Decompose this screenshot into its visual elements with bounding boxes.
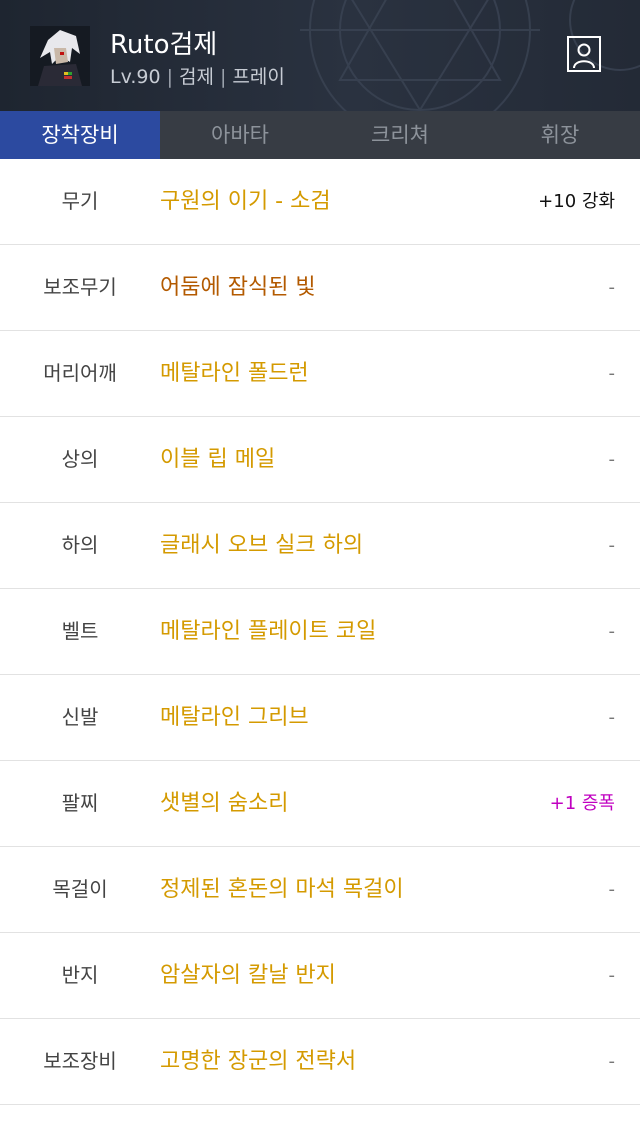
item-name: 구원의 이기 - 소검 [160, 189, 331, 214]
item-name: 메탈라인 그리브 [160, 705, 309, 730]
character-job-detail: 프레이 [232, 66, 285, 88]
equipment-row[interactable]: 보조장비 고명한 장군의 전략서 - [0, 1019, 640, 1105]
tab-emblem[interactable]: 휘장 [480, 111, 640, 159]
upgrade-level: - [608, 707, 616, 728]
profile-button[interactable] [567, 36, 601, 72]
item-name: 샛별의 숨소리 [160, 791, 289, 816]
equipment-list: 무기 구원의 이기 - 소검 +10 강화 보조무기 어둠에 잠식된 빛 - 머… [0, 159, 640, 1105]
item-name: 암살자의 칼날 반지 [160, 963, 336, 988]
upgrade-level: - [608, 277, 616, 298]
equipment-row[interactable]: 반지 암살자의 칼날 반지 - [0, 933, 640, 1019]
slot-name: 무기 [61, 189, 99, 213]
tab-avatar[interactable]: 아바타 [160, 111, 320, 159]
character-avatar [30, 26, 90, 86]
equipment-row[interactable]: 머리어깨 메탈라인 폴드런 - [0, 331, 640, 417]
equipment-row[interactable]: 상의 이블 립 메일 - [0, 417, 640, 503]
item-name: 글래시 오브 실크 하의 [160, 533, 364, 558]
upgrade-level: - [608, 363, 616, 384]
character-job: 검제 [178, 66, 214, 88]
info-separator: | [166, 66, 173, 88]
slot-name: 신발 [61, 705, 99, 729]
slot-name: 하의 [61, 533, 99, 557]
upgrade-level: - [608, 621, 616, 642]
item-name: 메탈라인 플레이트 코일 [160, 619, 377, 644]
tab-creature[interactable]: 크리쳐 [320, 111, 480, 159]
amplify-level: +1 증폭 [549, 793, 615, 814]
upgrade-level: - [608, 535, 616, 556]
upgrade-level: - [608, 1051, 616, 1072]
equipment-row[interactable]: 벨트 메탈라인 플레이트 코일 - [0, 589, 640, 675]
upgrade-level: +10 강화 [538, 191, 615, 212]
slot-name: 팔찌 [61, 791, 99, 815]
equipment-row[interactable]: 무기 구원의 이기 - 소검 +10 강화 [0, 159, 640, 245]
equipment-row[interactable]: 보조무기 어둠에 잠식된 빛 - [0, 245, 640, 331]
equipment-row[interactable]: 하의 글래시 오브 실크 하의 - [0, 503, 640, 589]
upgrade-level: - [608, 965, 616, 986]
info-separator: | [219, 66, 227, 88]
equipment-row[interactable]: 목걸이 정제된 혼돈의 마석 목걸이 - [0, 847, 640, 933]
character-name: Ruto검제 [110, 30, 218, 60]
character-info: Lv.90 | 검제 | 프레이 [110, 62, 285, 89]
equipment-row[interactable]: 팔찌 샛별의 숨소리 +1 증폭 [0, 761, 640, 847]
slot-name: 상의 [61, 447, 99, 471]
slot-name: 목걸이 [52, 877, 108, 901]
header-decoration [300, 0, 640, 111]
slot-name: 보조무기 [43, 275, 117, 299]
upgrade-level: - [608, 449, 616, 470]
person-icon [573, 43, 595, 69]
item-name: 메탈라인 폴드런 [160, 361, 309, 386]
slot-name: 반지 [61, 963, 99, 987]
character-header: Ruto검제 Lv.90 | 검제 | 프레이 [0, 0, 640, 111]
slot-name: 벨트 [61, 619, 99, 643]
tab-bar: 장착장비 아바타 크리쳐 휘장 [0, 111, 640, 159]
slot-name: 보조장비 [43, 1049, 117, 1073]
upgrade-level: - [608, 879, 616, 900]
item-name: 이블 립 메일 [160, 447, 276, 472]
item-name: 고명한 장군의 전략서 [160, 1049, 357, 1074]
character-level: Lv.90 [110, 66, 161, 88]
equipment-row[interactable]: 신발 메탈라인 그리브 - [0, 675, 640, 761]
tab-equipment[interactable]: 장착장비 [0, 111, 160, 159]
item-name: 어둠에 잠식된 빛 [160, 275, 316, 300]
item-name: 정제된 혼돈의 마석 목걸이 [160, 877, 404, 902]
slot-name: 머리어깨 [43, 361, 117, 385]
